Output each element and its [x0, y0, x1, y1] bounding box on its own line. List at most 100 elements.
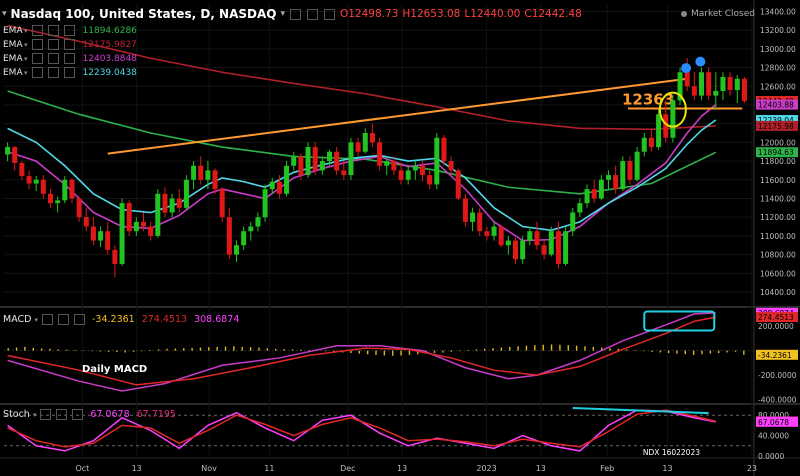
- chevron-down-icon[interactable]: ▾: [24, 27, 28, 35]
- settings-icon[interactable]: [306, 8, 318, 20]
- toggle-visibility-icon[interactable]: [289, 8, 301, 20]
- price-label-text: 12403.88: [758, 101, 794, 110]
- settings-icon[interactable]: [47, 53, 59, 64]
- price-tick-label: 12000.00: [760, 138, 796, 147]
- macd-tick-label: -400.0000: [758, 396, 797, 405]
- candle: [19, 162, 25, 177]
- market-status: Market Closed: [680, 9, 755, 19]
- close-icon[interactable]: [74, 314, 85, 325]
- candle: [462, 198, 468, 222]
- candle: [319, 161, 325, 171]
- candle: [284, 165, 290, 194]
- candle: [226, 217, 232, 255]
- candle: [33, 179, 39, 184]
- macd-label-text: -34.2361: [758, 351, 792, 360]
- close-icon[interactable]: [63, 25, 75, 36]
- ohlc-close: C12442.48: [524, 8, 582, 20]
- ema-legend-3[interactable]: EMA ▾ 12403.8848: [3, 53, 137, 64]
- price-tick-label: 10400.00: [760, 288, 796, 297]
- toggle-visibility-icon[interactable]: [31, 39, 43, 50]
- close-icon[interactable]: [72, 409, 84, 420]
- candle: [584, 189, 590, 204]
- candle: [656, 114, 662, 148]
- candle: [613, 175, 619, 190]
- candle: [55, 200, 61, 204]
- x-tick-label: 11: [264, 464, 274, 473]
- candle: [512, 240, 519, 260]
- toggle-visibility-icon[interactable]: [40, 409, 52, 420]
- status-dot-icon: [680, 10, 687, 17]
- earnings-marker-icon: [695, 56, 706, 67]
- chart-header: ▾ Nasdaq 100, United States, D, NASDAQ ▾…: [2, 6, 582, 22]
- symbol-title[interactable]: Nasdaq 100, United States, D, NASDAQ: [11, 7, 277, 21]
- candle: [241, 231, 247, 246]
- chevron-down-icon[interactable]: ▾: [2, 9, 7, 19]
- ema-line-3: [7, 103, 717, 242]
- stoch-legend[interactable]: Stoch ▾ 67.0678 67.7195: [3, 409, 176, 420]
- candle: [741, 78, 747, 102]
- ema-legend-2[interactable]: EMA ▾ 12175.9827: [3, 39, 137, 50]
- close-icon[interactable]: [323, 8, 335, 20]
- settings-icon[interactable]: [56, 409, 68, 420]
- chevron-down-icon[interactable]: ▾: [33, 411, 37, 419]
- price-tick-label: 11400.00: [760, 194, 796, 203]
- candle: [620, 161, 626, 190]
- chevron-down-icon[interactable]: ▾: [24, 41, 28, 49]
- close-icon[interactable]: [63, 53, 75, 64]
- candle: [76, 198, 82, 218]
- settings-icon[interactable]: [47, 25, 59, 36]
- price-tick-label: 11200.00: [760, 213, 796, 222]
- chevron-down-icon[interactable]: ▾: [280, 9, 285, 19]
- candle: [255, 217, 261, 227]
- close-icon[interactable]: [63, 39, 75, 50]
- candle: [69, 179, 75, 199]
- settings-icon[interactable]: [47, 39, 59, 50]
- footer-label: NDX 16022023: [643, 448, 700, 457]
- ema-legend-1[interactable]: EMA ▾ 11894.6286: [3, 25, 137, 36]
- close-icon[interactable]: [63, 67, 75, 78]
- price-tick-label: 13000.00: [760, 45, 796, 54]
- ema-legend-4[interactable]: EMA ▾ 12239.0438: [3, 67, 137, 78]
- chevron-down-icon[interactable]: ▾: [24, 55, 28, 63]
- candle: [140, 221, 147, 227]
- toggle-visibility-icon[interactable]: [31, 25, 43, 36]
- candle: [341, 170, 347, 176]
- candle: [112, 249, 118, 264]
- candle: [133, 221, 139, 232]
- candle: [434, 137, 440, 185]
- candle: [691, 86, 697, 96]
- candle: [534, 231, 540, 246]
- candle: [641, 137, 647, 152]
- candle: [713, 90, 719, 96]
- settings-icon[interactable]: [47, 67, 59, 78]
- candle: [183, 179, 189, 208]
- toggle-visibility-icon[interactable]: [42, 314, 53, 325]
- candle: [698, 72, 705, 96]
- stoch-tick-label: 0.0000: [758, 452, 784, 461]
- chevron-down-icon[interactable]: ▾: [24, 69, 28, 77]
- candle: [269, 181, 275, 190]
- price-label-text: 11894.63: [758, 148, 794, 157]
- candle: [563, 231, 569, 264]
- candle: [119, 203, 125, 264]
- macd-legend[interactable]: MACD ▾ -34.2361 274.4513 308.6874: [3, 314, 239, 325]
- settings-icon[interactable]: [58, 314, 69, 325]
- chevron-down-icon[interactable]: ▾: [34, 316, 38, 324]
- candle: [105, 231, 111, 250]
- toggle-visibility-icon[interactable]: [31, 67, 43, 78]
- candle: [498, 226, 504, 246]
- price-tick-label: 10600.00: [760, 269, 796, 278]
- candle: [276, 181, 282, 194]
- candle: [384, 161, 390, 166]
- candle: [591, 189, 597, 199]
- candle: [484, 231, 490, 236]
- toggle-visibility-icon[interactable]: [31, 53, 43, 64]
- candle: [605, 175, 612, 180]
- candle: [291, 156, 297, 166]
- candle: [98, 231, 104, 241]
- x-tick-label: Dec: [340, 464, 355, 473]
- candle: [176, 198, 182, 208]
- candle: [148, 226, 154, 236]
- candle: [312, 147, 318, 171]
- candle: [169, 198, 175, 213]
